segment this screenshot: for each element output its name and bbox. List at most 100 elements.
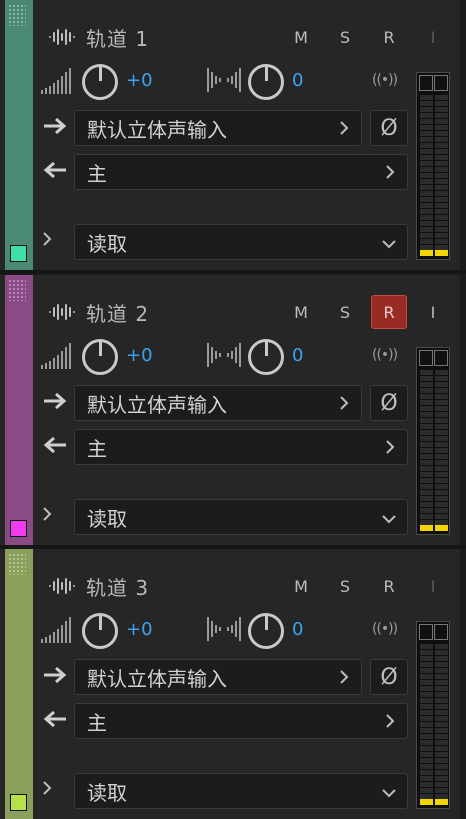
meter-segment	[435, 137, 448, 142]
meter-segment	[435, 239, 448, 244]
meter-segment	[420, 454, 433, 459]
monitor-input-icon[interactable]: ((•))	[372, 347, 398, 363]
volume-knob[interactable]	[82, 64, 118, 100]
meter-segment	[420, 460, 433, 465]
input-selector[interactable]: 默认立体声输入	[74, 110, 362, 146]
arrow-right-icon	[44, 392, 67, 410]
automation-mode-select[interactable]: 读取	[74, 499, 408, 535]
track-name[interactable]: 轨道 1	[86, 23, 149, 52]
track-name[interactable]: 轨道 3	[86, 572, 149, 601]
pan-knob[interactable]	[248, 339, 284, 375]
phase-invert-button[interactable]: Ø	[370, 385, 408, 421]
volume-knob[interactable]	[82, 339, 118, 375]
meter-segment	[420, 770, 433, 775]
drag-handle[interactable]	[8, 4, 26, 26]
pan-knob[interactable]	[248, 613, 284, 649]
meter-segment	[435, 388, 448, 393]
output-selector[interactable]: 主	[74, 703, 408, 739]
meter-segment	[435, 125, 448, 130]
track-color-swatch[interactable]	[10, 794, 27, 811]
expand-chevron-icon[interactable]	[40, 779, 54, 797]
meter-segment	[435, 680, 448, 685]
meter-segment	[420, 113, 433, 118]
phase-invert-button[interactable]: Ø	[370, 110, 408, 146]
meter-segment	[420, 752, 433, 757]
peak-indicator-right[interactable]	[434, 75, 448, 91]
solo-button[interactable]: S	[327, 569, 363, 603]
input-monitor-button[interactable]: I	[415, 295, 451, 329]
meter-segment	[435, 442, 448, 447]
meter-segment	[420, 514, 433, 519]
input-selector[interactable]: 默认立体声输入	[74, 659, 362, 695]
pan-knob[interactable]	[248, 64, 284, 100]
arrow-left-icon	[43, 161, 66, 179]
chevron-down-icon	[382, 515, 396, 524]
meter-segment	[420, 764, 433, 769]
meter-segment	[420, 496, 433, 501]
expand-chevron-icon[interactable]	[40, 505, 54, 523]
track-color-strip[interactable]	[5, 275, 33, 545]
expand-chevron-icon[interactable]	[40, 230, 54, 248]
input-monitor-button[interactable]: I	[415, 20, 451, 54]
meter-segment	[435, 698, 448, 703]
track-color-strip[interactable]	[5, 0, 33, 270]
peak-indicator-left[interactable]	[419, 624, 433, 640]
phase-invert-icon: Ø	[380, 664, 398, 690]
drag-handle[interactable]	[8, 279, 26, 301]
peak-indicator-right[interactable]	[434, 350, 448, 366]
volume-value[interactable]: +0	[126, 70, 153, 91]
track-color-swatch[interactable]	[10, 520, 27, 537]
automation-mode-select[interactable]: 读取	[74, 224, 408, 260]
meter-segment	[420, 746, 433, 751]
meter-segment	[435, 215, 448, 220]
monitor-input-icon[interactable]: ((•))	[372, 72, 398, 88]
meter-segment	[435, 119, 448, 124]
phase-invert-button[interactable]: Ø	[370, 659, 408, 695]
record-arm-button[interactable]: R	[371, 20, 407, 54]
meter-segment	[420, 185, 433, 190]
mute-button[interactable]: M	[283, 20, 319, 54]
record-arm-button[interactable]: R	[371, 569, 407, 603]
automation-mode-select[interactable]: 读取	[74, 773, 408, 809]
volume-value[interactable]: +0	[126, 619, 153, 640]
meter-segment	[420, 131, 433, 136]
peak-indicator-left[interactable]	[419, 350, 433, 366]
track-color-swatch[interactable]	[10, 245, 27, 262]
waveform-icon	[49, 29, 75, 45]
output-selector[interactable]: 主	[74, 429, 408, 465]
meter-segment	[435, 107, 448, 112]
meter-level-left	[420, 799, 433, 805]
input-monitor-button[interactable]: I	[415, 569, 451, 603]
peak-indicator-right[interactable]	[434, 624, 448, 640]
peak-indicator-left[interactable]	[419, 75, 433, 91]
track-panel: 轨道 3 M S R I +0 0 ((•)) 默认立体声输入 Ø 主 读取	[0, 549, 466, 819]
automation-mode-label: 读取	[87, 231, 127, 256]
meter-segment	[435, 161, 448, 166]
solo-button[interactable]: S	[327, 20, 363, 54]
phase-invert-icon: Ø	[380, 115, 398, 141]
meter-segment	[420, 716, 433, 721]
volume-knob[interactable]	[82, 613, 118, 649]
input-label: 默认立体声输入	[87, 117, 227, 142]
track-name[interactable]: 轨道 2	[86, 298, 149, 327]
arrow-left-icon	[43, 710, 66, 728]
pan-value[interactable]: 0	[292, 345, 303, 366]
mute-button[interactable]: M	[283, 295, 319, 329]
monitor-input-icon[interactable]: ((•))	[372, 621, 398, 637]
meter-segment	[435, 746, 448, 751]
meter-segment	[435, 752, 448, 757]
meter-segment	[420, 502, 433, 507]
mute-button[interactable]: M	[283, 569, 319, 603]
record-arm-button[interactable]: R	[371, 295, 407, 329]
meter-segment	[420, 394, 433, 399]
pan-value[interactable]: 0	[292, 619, 303, 640]
solo-button[interactable]: S	[327, 295, 363, 329]
track-color-strip[interactable]	[5, 549, 33, 819]
drag-handle[interactable]	[8, 553, 26, 575]
pan-value[interactable]: 0	[292, 70, 303, 91]
track-panel: 轨道 1 M S R I +0 0 ((•)) 默认立体声输入 Ø 主 读取	[0, 0, 466, 274]
output-selector[interactable]: 主	[74, 154, 408, 190]
input-selector[interactable]: 默认立体声输入	[74, 385, 362, 421]
track-panel: 轨道 2 M S R I +0 0 ((•)) 默认立体声输入 Ø 主 读取	[0, 275, 466, 549]
volume-value[interactable]: +0	[126, 345, 153, 366]
